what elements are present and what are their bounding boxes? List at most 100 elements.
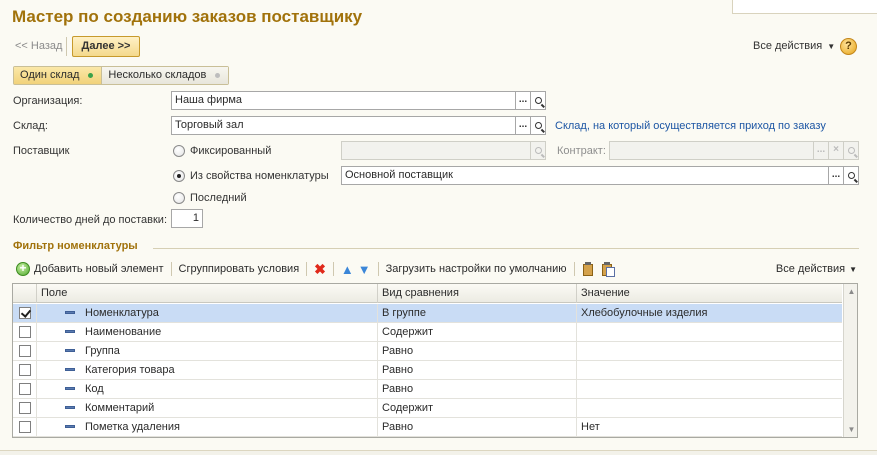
mode-multiple-warehouses[interactable]: Несколько складов bbox=[101, 67, 229, 84]
table-row[interactable]: Наименование Содержит bbox=[13, 323, 842, 342]
organization-search-icon[interactable] bbox=[530, 91, 546, 110]
table-row[interactable]: Комментарий Содержит bbox=[13, 399, 842, 418]
cell-comparison[interactable]: Содержит bbox=[377, 399, 576, 417]
table-row[interactable]: Категория товара Равно bbox=[13, 361, 842, 380]
all-actions-label: Все действия bbox=[753, 40, 823, 52]
cell-field[interactable]: Номенклатура bbox=[36, 304, 377, 322]
supplier-property-search-icon[interactable] bbox=[843, 166, 859, 185]
move-down-button[interactable]: ▼ bbox=[356, 260, 373, 278]
cell-comparison[interactable]: Содержит bbox=[377, 323, 576, 341]
move-up-button[interactable]: ▲ bbox=[339, 260, 356, 278]
load-defaults-button[interactable]: Загрузить настройки по умолчанию bbox=[384, 260, 569, 278]
toolbar-divider bbox=[332, 262, 334, 276]
organization-select-button[interactable]: ... bbox=[515, 91, 531, 110]
column-header-field[interactable]: Поле bbox=[36, 284, 377, 303]
supplier-fixed-field[interactable] bbox=[341, 141, 531, 160]
cell-comparison[interactable]: Равно bbox=[377, 361, 576, 379]
delivery-days-field[interactable]: 1 bbox=[171, 209, 203, 228]
cell-field[interactable]: Наименование bbox=[36, 323, 377, 341]
supplier-last-label: Последний bbox=[190, 192, 247, 204]
supplier-last-radio[interactable] bbox=[173, 192, 185, 204]
table-row[interactable]: Группа Равно bbox=[13, 342, 842, 361]
supplier-fixed-radio[interactable] bbox=[173, 145, 185, 157]
cell-value[interactable] bbox=[576, 399, 842, 417]
paste-settings-button[interactable] bbox=[599, 260, 618, 278]
scroll-down-icon[interactable]: ▼ bbox=[844, 422, 857, 437]
all-actions-menu[interactable]: Все действия ▼ bbox=[753, 40, 835, 52]
group-conditions-button[interactable]: Сгруппировать условия bbox=[177, 260, 302, 278]
cell-value[interactable]: Нет bbox=[576, 418, 842, 436]
column-header-comparison[interactable]: Вид сравнения bbox=[377, 284, 576, 303]
active-dot-icon bbox=[88, 73, 94, 78]
field-item-icon bbox=[65, 406, 75, 409]
filter-toolbar: + Добавить новый элемент Сгруппировать у… bbox=[14, 259, 859, 279]
cell-field[interactable]: Пометка удаления bbox=[36, 418, 377, 436]
toolbar-divider bbox=[306, 262, 308, 276]
window-tab-strip bbox=[732, 0, 877, 14]
column-header-value[interactable]: Значение bbox=[576, 284, 842, 303]
row-checkbox[interactable] bbox=[19, 421, 31, 433]
back-button[interactable]: << Назад bbox=[15, 40, 62, 52]
table-header: Поле Вид сравнения Значение bbox=[13, 284, 842, 303]
warehouse-hint: Склад, на который осуществляется приход … bbox=[555, 120, 826, 132]
cell-field-text: Наименование bbox=[85, 326, 162, 338]
filter-all-actions-menu[interactable]: Все действия ▼ bbox=[774, 260, 859, 278]
toolbar-divider bbox=[573, 262, 575, 276]
mode-single-warehouse[interactable]: Один склад bbox=[14, 67, 102, 84]
next-button[interactable]: Далее >> bbox=[72, 36, 140, 57]
chevron-down-icon: ▼ bbox=[849, 264, 857, 274]
supplier-fixed-search-icon[interactable] bbox=[530, 141, 546, 160]
warehouse-label: Склад: bbox=[13, 120, 48, 132]
help-icon[interactable]: ? bbox=[840, 38, 857, 55]
cell-field-text: Группа bbox=[85, 345, 120, 357]
filter-all-actions-label: Все действия bbox=[775, 263, 846, 275]
scroll-up-icon[interactable]: ▲ bbox=[844, 284, 857, 299]
group-conditions-label: Сгруппировать условия bbox=[178, 263, 300, 275]
cell-field[interactable]: Комментарий bbox=[36, 399, 377, 417]
table-row[interactable]: Номенклатура В группе Хлебобулочные издели… bbox=[13, 304, 842, 323]
organization-field[interactable]: Наша фирма bbox=[171, 91, 516, 110]
contract-label: Контракт: bbox=[557, 145, 606, 157]
cell-comparison[interactable]: В группе bbox=[377, 304, 576, 322]
warehouse-field[interactable]: Торговый зал bbox=[171, 116, 516, 135]
window-title: Мастер по созданию заказов поставщику bbox=[12, 7, 363, 26]
table-scrollbar[interactable]: ▲ ▼ bbox=[843, 284, 857, 437]
paste-icon bbox=[601, 261, 616, 277]
cell-field-text: Код bbox=[85, 383, 104, 395]
add-element-button[interactable]: + Добавить новый элемент bbox=[14, 260, 166, 278]
table-row[interactable]: Пометка удаления Равно Нет bbox=[13, 418, 842, 437]
header-checkbox-column bbox=[13, 284, 36, 303]
row-checkbox[interactable] bbox=[19, 326, 31, 338]
row-checkbox[interactable] bbox=[19, 364, 31, 376]
warehouse-search-icon[interactable] bbox=[530, 116, 546, 135]
warehouse-select-button[interactable]: ... bbox=[515, 116, 531, 135]
delete-button[interactable]: ✖ bbox=[312, 260, 328, 278]
contract-clear-icon[interactable]: × bbox=[828, 141, 844, 160]
cell-field[interactable]: Группа bbox=[36, 342, 377, 360]
supplier-property-radio[interactable] bbox=[173, 170, 185, 182]
cell-value[interactable] bbox=[576, 342, 842, 360]
contract-search-icon[interactable] bbox=[843, 141, 859, 160]
cell-value[interactable] bbox=[576, 323, 842, 341]
contract-field[interactable] bbox=[609, 141, 814, 160]
cell-field[interactable]: Категория товара bbox=[36, 361, 377, 379]
supplier-property-select-button[interactable]: ... bbox=[828, 166, 844, 185]
copy-settings-button[interactable] bbox=[580, 260, 599, 278]
row-checkbox[interactable] bbox=[19, 307, 31, 319]
supplier-property-field[interactable]: Основной поставщик bbox=[341, 166, 829, 185]
row-checkbox[interactable] bbox=[19, 383, 31, 395]
field-item-icon bbox=[65, 368, 75, 371]
contract-select-button[interactable]: ... bbox=[813, 141, 829, 160]
cell-field[interactable]: Код bbox=[36, 380, 377, 398]
cell-comparison[interactable]: Равно bbox=[377, 380, 576, 398]
table-row[interactable]: Код Равно bbox=[13, 380, 842, 399]
row-checkbox[interactable] bbox=[19, 402, 31, 414]
row-checkbox[interactable] bbox=[19, 345, 31, 357]
arrow-down-icon: ▼ bbox=[357, 261, 371, 277]
cell-value[interactable] bbox=[576, 380, 842, 398]
field-item-icon bbox=[65, 349, 75, 352]
cell-value[interactable] bbox=[576, 361, 842, 379]
cell-value[interactable]: Хлебобулочные изделия bbox=[576, 304, 842, 322]
cell-comparison[interactable]: Равно bbox=[377, 342, 576, 360]
cell-comparison[interactable]: Равно bbox=[377, 418, 576, 436]
